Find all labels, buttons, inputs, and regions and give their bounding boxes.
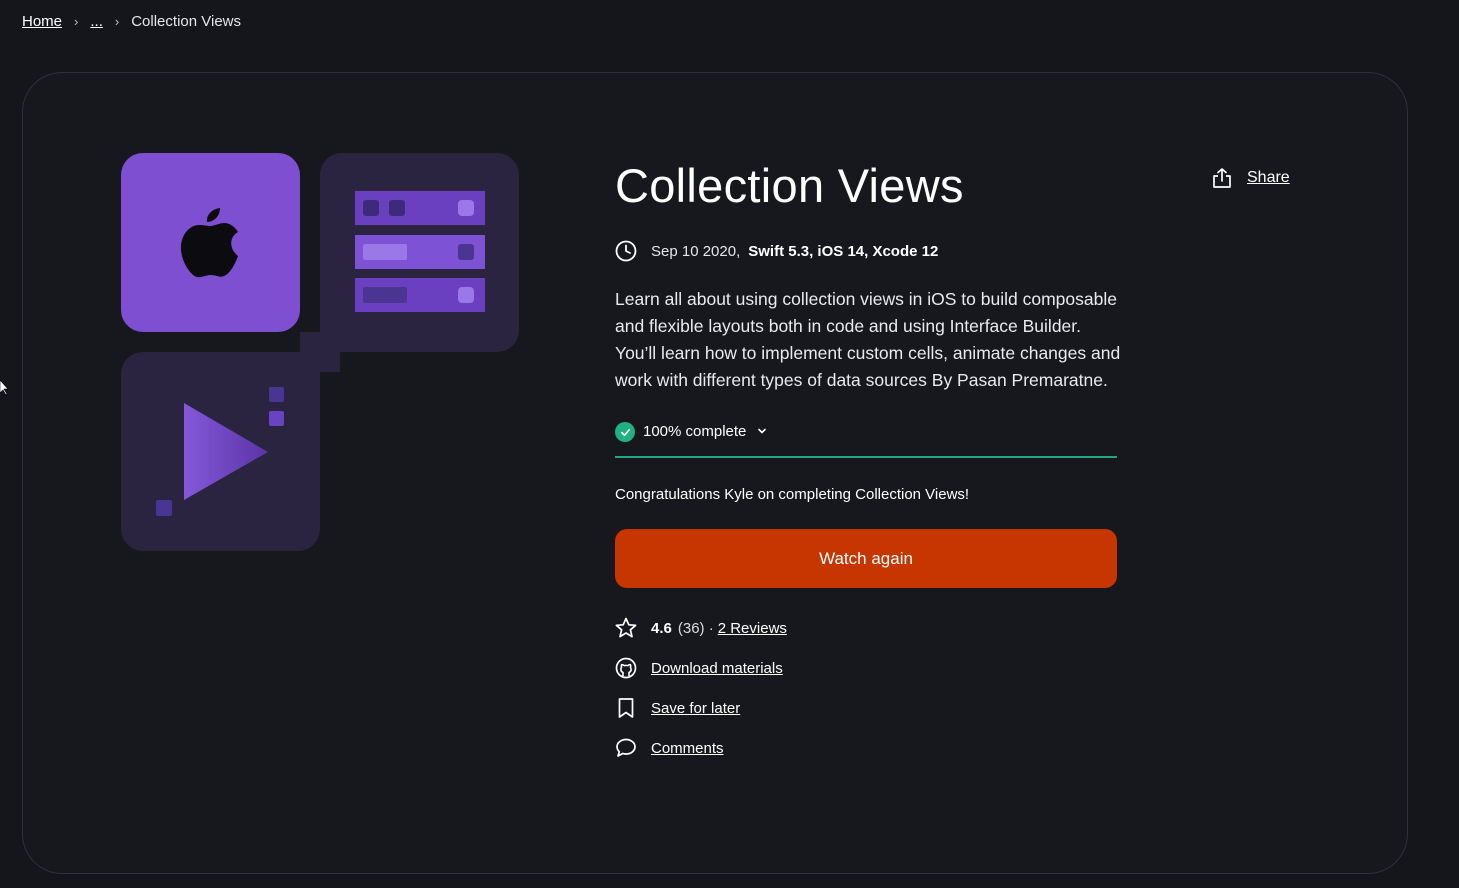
- save-row: Save for later: [615, 696, 1135, 720]
- share-control[interactable]: Share: [1211, 167, 1290, 189]
- course-date: Sep 10 2020,: [651, 242, 741, 260]
- artwork-apple-tile: [121, 153, 300, 332]
- breadcrumb-ellipsis-link[interactable]: ...: [90, 13, 103, 30]
- bookmark-icon: [615, 697, 637, 719]
- download-row: Download materials: [615, 656, 1135, 680]
- artwork-square: [458, 244, 474, 260]
- rating-value: 4.6: [651, 619, 672, 637]
- mouse-cursor-icon: [0, 380, 8, 396]
- breadcrumb: Home › ... › Collection Views: [22, 10, 241, 32]
- reviews-link[interactable]: 2 Reviews: [718, 620, 787, 637]
- artwork-square: [363, 200, 379, 216]
- save-for-later-link[interactable]: Save for later: [651, 700, 740, 717]
- share-icon[interactable]: [1211, 167, 1233, 189]
- comments-link[interactable]: Comments: [651, 740, 724, 757]
- star-icon[interactable]: [615, 617, 637, 639]
- github-icon: [615, 657, 637, 679]
- watch-again-button[interactable]: Watch again: [615, 529, 1117, 588]
- play-icon: [156, 387, 284, 516]
- download-materials-link[interactable]: Download materials: [651, 660, 783, 677]
- breadcrumb-current: Collection Views: [131, 12, 241, 30]
- rating-row: 4.6 (36) · 2 Reviews: [615, 616, 1135, 640]
- share-link[interactable]: Share: [1247, 169, 1290, 187]
- course-meta: Sep 10 2020, Swift 5.3, iOS 14, Xcode 12: [615, 240, 1135, 262]
- course-card: Collection Views Sep 10 2020, Swift 5.3,…: [22, 72, 1408, 874]
- progress-label: 100% complete: [643, 423, 747, 440]
- breadcrumb-separator-icon: ›: [74, 13, 79, 29]
- artwork-list-tile: [320, 153, 519, 352]
- apple-icon: [180, 208, 238, 278]
- breadcrumb-home-link[interactable]: Home: [22, 13, 62, 30]
- page-title: Collection Views: [615, 159, 964, 212]
- clock-icon: [615, 240, 637, 262]
- comments-row: Comments: [615, 736, 1135, 760]
- course-actions: 4.6 (36) · 2 Reviews Download materials …: [615, 616, 1135, 760]
- progress-dropdown[interactable]: 100% complete: [615, 422, 1117, 458]
- comment-icon: [615, 737, 637, 759]
- course-artwork: [121, 153, 521, 553]
- course-description: Learn all about using collection views i…: [615, 289, 1121, 390]
- artwork-pill: [363, 287, 407, 303]
- course-tech: Swift 5.3, iOS 14, Xcode 12: [748, 242, 939, 260]
- artwork-square: [389, 200, 405, 216]
- course-details: Collection Views Sep 10 2020, Swift 5.3,…: [615, 158, 1135, 776]
- artwork-video-tile: [121, 352, 320, 551]
- breadcrumb-separator-icon: ›: [114, 13, 120, 29]
- artwork-pill: [363, 244, 407, 260]
- artwork-square: [458, 287, 474, 303]
- rating-count: (36) ·: [677, 619, 714, 637]
- chevron-down-icon: [758, 428, 767, 434]
- congrats-message: Congratulations Kyle on completing Colle…: [615, 486, 970, 503]
- check-icon: [615, 422, 635, 442]
- artwork-square: [458, 200, 474, 216]
